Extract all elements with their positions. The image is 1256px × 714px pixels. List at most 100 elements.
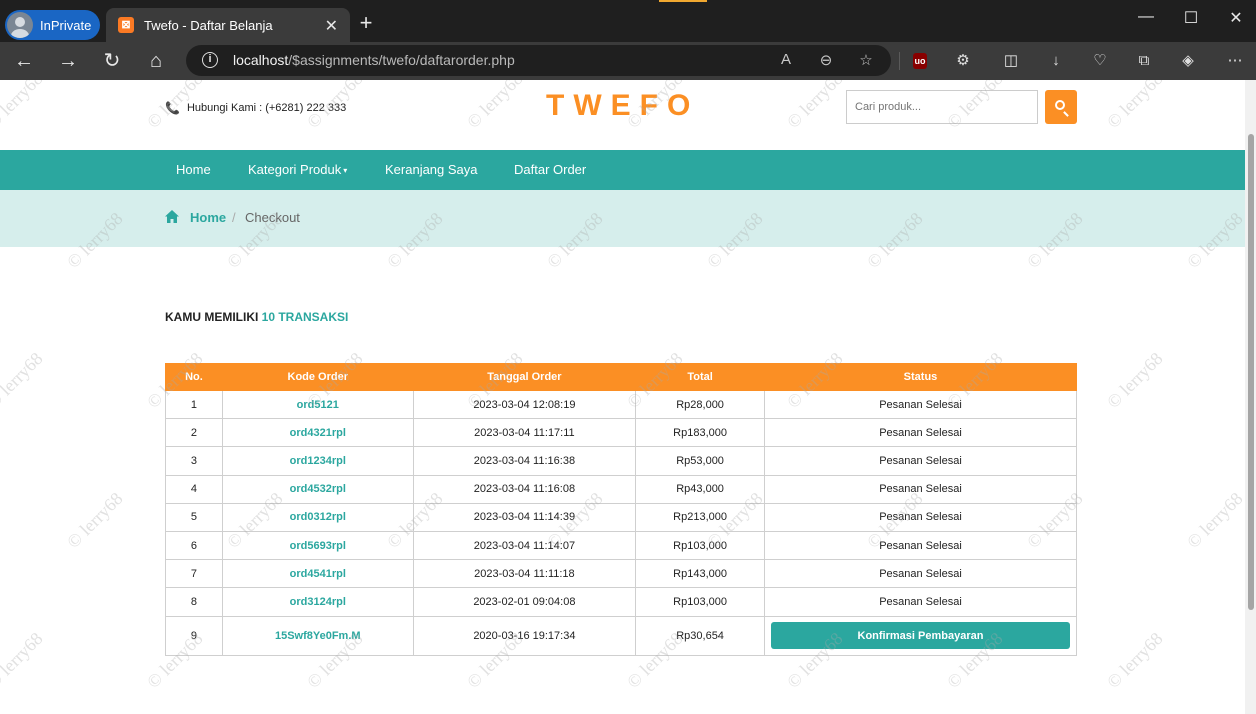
order-code-link[interactable]: ord3124rpl [221, 587, 414, 617]
order-code-link[interactable]: ord1234rpl [221, 446, 414, 476]
nav-home[interactable]: Home [176, 162, 211, 177]
cell-action: Konfirmasi Pembayaran [763, 615, 1078, 656]
more-options-icon[interactable]: ⋯ [1225, 51, 1245, 71]
cell-date: 2023-03-04 11:16:38 [412, 446, 637, 476]
xampp-favicon-icon: ⊠ [118, 17, 134, 33]
watermark-text: © lerry68 [0, 628, 47, 693]
search-button[interactable] [1045, 90, 1077, 124]
watermark-text: © lerry68 [1102, 628, 1167, 693]
downloads-icon[interactable]: ↓ [1046, 51, 1066, 71]
transaction-summary: KAMU MEMILIKI 10 TRANSAKSI [165, 310, 348, 324]
breadcrumb-home[interactable]: Home [190, 210, 226, 225]
web-capture-icon[interactable]: ⧉ [1134, 51, 1154, 71]
inprivate-label: InPrivate [40, 17, 92, 33]
order-code-link[interactable]: ord4321rpl [221, 418, 414, 448]
cell-total: Rp183,000 [635, 418, 765, 448]
summary-count: 10 TRANSAKSI [261, 310, 349, 324]
address-bar[interactable]: i localhost/$assignments/twefo/daftarord… [186, 45, 891, 76]
inprivate-badge[interactable]: InPrivate [5, 10, 100, 40]
scrollbar-thumb[interactable] [1248, 134, 1254, 610]
split-screen-icon[interactable]: ◫ [1001, 51, 1021, 71]
watermark-text: © lerry68 [0, 80, 47, 133]
orders-table: No. Kode Order Tanggal Order Total Statu… [165, 363, 1078, 656]
contact-text: Hubungi Kami : (+6281) 222 333 [186, 102, 347, 114]
page-scrollbar[interactable] [1245, 80, 1256, 714]
cell-status: Pesanan Selesai [763, 474, 1078, 504]
table-row: 7 ord4541rpl 2023-03-04 11:11:18 Rp143,0… [165, 559, 1078, 589]
browser-essentials-icon[interactable]: ◈ [1178, 51, 1198, 71]
watermark-text: © lerry68 [62, 488, 127, 553]
url-path: /$assignments/twefo/daftarorder.php [288, 52, 515, 68]
watermark-text: © lerry68 [1102, 348, 1167, 413]
favorite-star-icon[interactable]: ☆ [856, 51, 876, 69]
phone-icon: 📞 [165, 101, 180, 115]
extensions-icon[interactable]: ⚙ [953, 51, 973, 71]
toolbar-separator [899, 52, 900, 70]
column-header-status: Status [763, 363, 1078, 391]
back-icon[interactable]: ← [12, 49, 36, 73]
window-close-icon[interactable]: ✕ [1226, 8, 1246, 28]
nav-keranjang-saya[interactable]: Keranjang Saya [385, 162, 478, 177]
order-code-link[interactable]: ord0312rpl [221, 502, 414, 532]
cell-date: 2020-03-16 19:17:34 [412, 615, 637, 656]
site-logo[interactable]: TWEFO [546, 89, 699, 123]
table-row: 8 ord3124rpl 2023-02-01 09:04:08 Rp103,0… [165, 587, 1078, 617]
cell-total: Rp103,000 [635, 530, 765, 561]
order-code-link[interactable]: ord4532rpl [221, 474, 414, 504]
ublock-extension-icon[interactable]: uo [913, 53, 927, 69]
table-row: 5 ord0312rpl 2023-03-04 11:14:39 Rp213,0… [165, 502, 1078, 532]
forward-icon[interactable]: → [56, 49, 80, 73]
url-text[interactable]: localhost/$assignments/twefo/daftarorder… [233, 52, 515, 68]
cell-date: 2023-03-04 12:08:19 [412, 389, 637, 420]
cell-date: 2023-03-04 11:16:08 [412, 474, 637, 504]
new-tab-icon[interactable]: + [354, 10, 378, 36]
main-navbar: Home Kategori Produk ▾ Keranjang Saya Daf… [0, 150, 1245, 190]
home-icon [165, 210, 179, 223]
cell-total: Rp28,000 [635, 389, 765, 420]
order-code-link[interactable]: ord4541rpl [221, 559, 414, 589]
cell-no: 3 [165, 446, 223, 476]
cell-date: 2023-03-04 11:11:18 [412, 559, 637, 589]
performance-icon[interactable]: ♡ [1090, 51, 1110, 71]
cell-no: 6 [165, 530, 223, 561]
browser-tab-active[interactable]: ⊠ Twefo - Daftar Belanja ✕ [106, 8, 350, 42]
tab-close-icon[interactable]: ✕ [325, 16, 338, 36]
minimize-icon[interactable]: — [1136, 8, 1156, 26]
breadcrumb: Home / Checkout [0, 190, 1245, 247]
breadcrumb-current: Checkout [245, 210, 300, 225]
read-aloud-icon[interactable]: A [776, 51, 796, 68]
cell-no: 7 [165, 559, 223, 589]
order-code-link[interactable]: ord5693rpl [221, 530, 414, 561]
table-row: 4 ord4532rpl 2023-03-04 11:16:08 Rp43,00… [165, 474, 1078, 504]
nav-daftar-order[interactable]: Daftar Order [514, 162, 586, 177]
cell-total: Rp103,000 [635, 587, 765, 617]
nav-kategori-label: Kategori Produk [248, 162, 342, 177]
browser-titlebar: InPrivate ⊠ Twefo - Daftar Belanja ✕ + —… [0, 0, 1256, 42]
order-code-link[interactable]: 15Swf8Ye0Fm.M [221, 615, 414, 656]
cell-date: 2023-03-04 11:14:39 [412, 502, 637, 532]
cell-status: Pesanan Selesai [763, 389, 1078, 420]
cell-no: 4 [165, 474, 223, 504]
cell-total: Rp43,000 [635, 474, 765, 504]
table-row: 2 ord4321rpl 2023-03-04 11:17:11 Rp183,0… [165, 418, 1078, 448]
cell-no: 2 [165, 418, 223, 448]
site-info-icon[interactable]: i [202, 52, 218, 68]
titlebar-accent [659, 0, 707, 2]
table-row: 3 ord1234rpl 2023-03-04 11:16:38 Rp53,00… [165, 446, 1078, 476]
watermark-text: © lerry68 [462, 80, 527, 133]
search-input[interactable] [846, 90, 1038, 124]
refresh-icon[interactable]: ↻ [100, 49, 124, 73]
maximize-icon[interactable]: ☐ [1181, 8, 1201, 28]
profile-avatar-icon [7, 12, 33, 38]
home-icon[interactable]: ⌂ [144, 49, 168, 73]
nav-kategori-produk[interactable]: Kategori Produk ▾ [248, 162, 347, 177]
table-row: 6 ord5693rpl 2023-03-04 11:14:07 Rp103,0… [165, 530, 1078, 561]
cell-total: Rp53,000 [635, 446, 765, 476]
table-row-pending: 9 15Swf8Ye0Fm.M 2020-03-16 19:17:34 Rp30… [165, 615, 1078, 656]
confirm-payment-button[interactable]: Konfirmasi Pembayaran [770, 622, 1070, 649]
cell-date: 2023-02-01 09:04:08 [412, 587, 637, 617]
zoom-icon[interactable]: ⊖ [816, 51, 836, 69]
order-code-link[interactable]: ord5121 [221, 389, 414, 420]
page-viewport: 📞 Hubungi Kami : (+6281) 222 333 TWEFO H… [0, 80, 1245, 714]
cell-no: 1 [165, 389, 223, 420]
